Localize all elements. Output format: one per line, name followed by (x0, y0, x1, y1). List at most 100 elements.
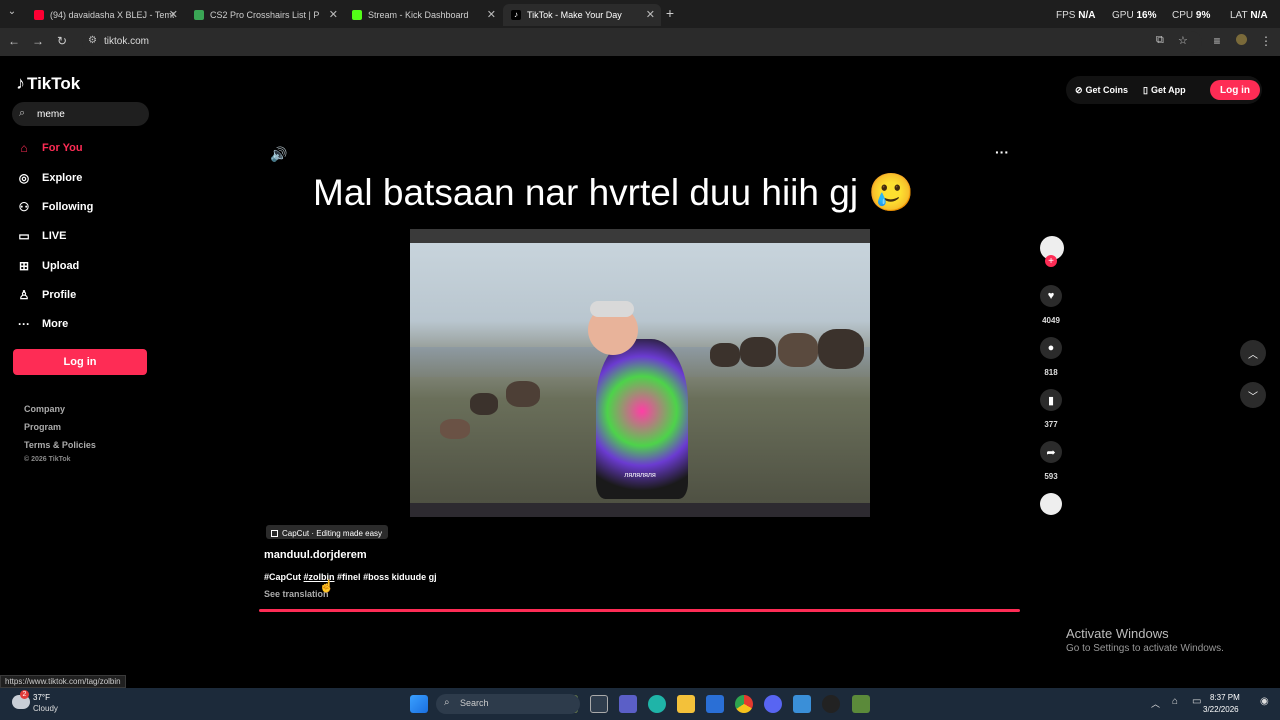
footer-link-program[interactable]: Program (24, 422, 61, 432)
footer-link-company[interactable]: Company (24, 404, 65, 414)
capcut-badge[interactable]: CapCut · Editing made easy (266, 525, 389, 539)
weather-badge: 2 (20, 690, 29, 699)
teams-icon[interactable] (619, 695, 637, 713)
like-button[interactable]: ♥ (1040, 285, 1062, 307)
profile-icon: ♙ (18, 288, 30, 302)
tab-procrosshairs[interactable]: CS2 Pro Crosshairs List | ProCr ✕ (186, 4, 344, 26)
close-icon[interactable]: ✕ (329, 8, 338, 21)
music-disc-icon[interactable] (1040, 493, 1062, 515)
close-icon[interactable]: ✕ (169, 8, 178, 21)
footer-link-terms[interactable]: Terms & Policies (24, 440, 96, 450)
site-info-icon[interactable]: ⚙ (88, 35, 97, 46)
live-icon: ▭ (18, 229, 30, 243)
video-sheep (740, 337, 776, 367)
volume-icon[interactable]: 🔊 (270, 146, 287, 163)
get-app-button[interactable]: ▯ Get App (1143, 81, 1186, 99)
minecraft-icon[interactable] (852, 695, 870, 713)
share-button[interactable]: ➦ (1040, 441, 1062, 463)
previous-video-button[interactable]: ︿ (1240, 340, 1266, 366)
more-options-icon[interactable]: ··· (995, 144, 1009, 160)
follow-plus-icon[interactable]: + (1045, 255, 1057, 267)
clock-time[interactable]: 8:37 PM (1210, 693, 1240, 702)
search-icon: ⌕ (19, 107, 26, 119)
hashtag-link[interactable]: #CapCut (264, 572, 301, 582)
menu-kebab-icon[interactable]: ⋮ (1258, 34, 1274, 48)
save-button[interactable]: ▮ (1040, 389, 1062, 411)
coin-icon: ⊘ (1075, 84, 1083, 95)
back-icon[interactable]: ← (6, 34, 22, 48)
sidebar-item-label: More (42, 318, 69, 330)
new-tab-button[interactable]: + (662, 5, 678, 21)
smile-tear-emoji: 🥲 (868, 172, 915, 213)
video-caption: Mal batsaan nar hvrtel duu hiih gj 🥲 (313, 172, 914, 215)
hashtag-link[interactable]: #boss (363, 572, 389, 582)
video-sheep (710, 343, 740, 367)
close-icon[interactable]: ✕ (487, 8, 496, 21)
address-bar[interactable]: ⚙ tiktok.com ⧉ ☆ (82, 31, 1202, 53)
sidebar-item-following[interactable]: ⚇ Following (16, 197, 94, 217)
file-explorer-icon[interactable] (677, 695, 695, 713)
display-icon[interactable]: ▭ (1192, 696, 1201, 707)
profile-avatar-icon[interactable] (1233, 34, 1249, 48)
edge-icon[interactable] (648, 695, 666, 713)
gpu-label: GPU (1112, 10, 1134, 21)
video-subtitle: ляляляля (624, 472, 656, 479)
reading-list-icon[interactable]: ≡ (1209, 34, 1225, 48)
close-icon[interactable]: ✕ (646, 8, 655, 21)
install-icon[interactable]: ⧉ (1156, 34, 1164, 47)
volume-tray-icon[interactable]: ◉ (1260, 696, 1269, 707)
sidebar-item-label: Following (42, 201, 94, 213)
forward-icon[interactable]: → (30, 34, 46, 48)
search-value: meme (37, 109, 65, 120)
tab-youtube[interactable]: (94) davaidasha X BLEJ - Temtm ✕ (26, 4, 184, 26)
sidebar-item-label: For You (42, 142, 83, 154)
network-icon[interactable]: ⌂ (1172, 696, 1178, 707)
sidebar-item-label: Upload (42, 260, 80, 272)
browser-toolbar: ← → ↻ ⚙ tiktok.com ⧉ ☆ ≡ ⋮ (0, 28, 1280, 56)
comment-button[interactable]: ● (1040, 337, 1062, 359)
tiktok-logo[interactable]: ♪ TikTok (16, 73, 80, 94)
search-input[interactable]: ⌕ meme (12, 102, 149, 126)
tab-tiktok[interactable]: ♪ TikTok - Make Your Day ✕ (503, 4, 661, 26)
sidebar-item-live[interactable]: ▭ LIVE (16, 226, 66, 246)
bookmark-star-icon[interactable]: ☆ (1178, 34, 1188, 47)
sidebar-item-explore[interactable]: ◎ Explore (16, 168, 83, 188)
clock-date[interactable]: 3/22/2026 (1203, 705, 1239, 714)
url-text: tiktok.com (104, 36, 150, 47)
caption-text: Mal batsaan nar hvrtel duu hiih gj (313, 172, 859, 213)
tray-chevron-icon[interactable]: ︿ (1151, 697, 1160, 710)
windows-taskbar: 2 ︿ ⌂ ▭ ◉ (0, 688, 1280, 720)
sidebar-item-more[interactable]: ··· More (16, 314, 68, 334)
login-button[interactable]: Log in (13, 349, 147, 375)
video-sheep (506, 381, 540, 407)
app-icon[interactable] (822, 695, 840, 713)
discord-icon[interactable] (764, 695, 782, 713)
get-coins-button[interactable]: ⊘ Get Coins (1075, 81, 1128, 99)
kick-icon (352, 10, 362, 20)
sidebar-item-upload[interactable]: ⊞ Upload (16, 256, 79, 276)
author-name[interactable]: manduul.dorjderem (264, 549, 367, 561)
youtube-icon (34, 10, 44, 20)
fps-value: N/A (1078, 10, 1096, 21)
taskbar-search[interactable]: ⌕ Search (436, 694, 580, 714)
chrome-icon[interactable] (735, 695, 753, 713)
activate-windows-title: Activate Windows (1066, 626, 1169, 641)
following-icon: ⚇ (18, 200, 30, 214)
hashtag-link[interactable]: #finel (337, 572, 361, 582)
cpu-label: CPU (1172, 10, 1194, 21)
tab-title: Stream - Kick Dashboard (368, 10, 469, 20)
sidebar-item-for-you[interactable]: ⌂ For You (16, 138, 83, 158)
video-player[interactable]: ляляляля (410, 229, 870, 517)
start-icon[interactable] (410, 695, 428, 713)
reload-icon[interactable]: ↻ (54, 34, 70, 48)
login-button-top[interactable]: Log in (1210, 80, 1260, 100)
video-progress-bar[interactable] (259, 609, 1020, 612)
tab-search-icon[interactable]: ⌄ (4, 6, 20, 17)
tab-kick[interactable]: Stream - Kick Dashboard ✕ (344, 4, 502, 26)
notepad-icon[interactable] (793, 695, 811, 713)
sidebar-item-profile[interactable]: ♙ Profile (16, 285, 77, 305)
lat-value: N/A (1250, 10, 1268, 21)
next-video-button[interactable]: ﹀ (1240, 382, 1266, 408)
task-view-icon[interactable] (590, 695, 608, 713)
store-icon[interactable] (706, 695, 724, 713)
